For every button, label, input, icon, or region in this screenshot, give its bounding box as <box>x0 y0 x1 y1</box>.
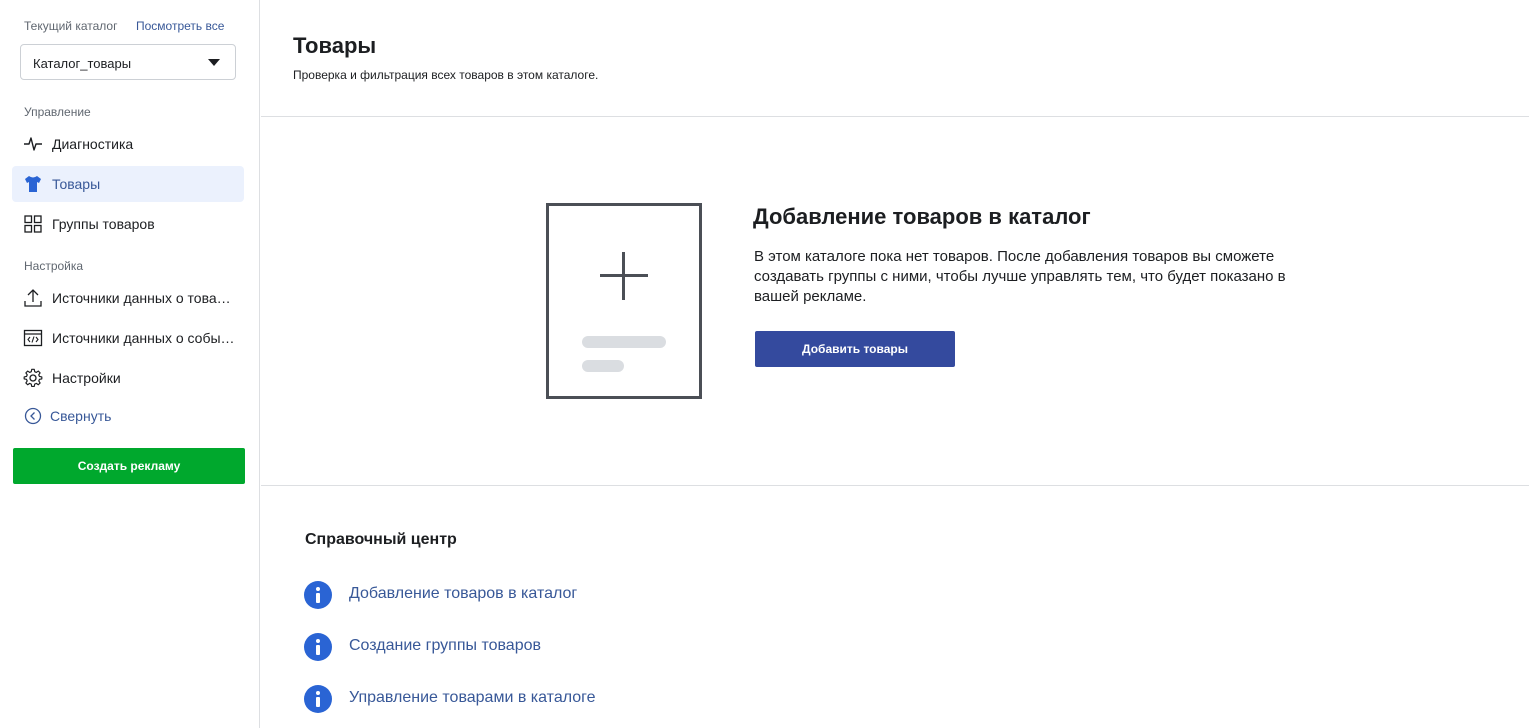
current-catalog-label: Текущий каталог <box>24 19 118 33</box>
sidebar-item-event-data-sources[interactable]: Источники данных о событиях <box>12 320 244 356</box>
section-label-settings: Настройка <box>24 259 84 273</box>
view-all-link[interactable]: Посмотреть все <box>136 19 224 33</box>
sidebar-item-label: Группы товаров <box>52 216 155 232</box>
upload-icon <box>24 289 42 307</box>
help-link-label: Управление товарами в каталоге <box>349 689 596 706</box>
add-products-button[interactable]: Добавить товары <box>755 331 955 367</box>
plus-icon <box>600 274 648 277</box>
sidebar-item-label: Диагностика <box>52 136 134 152</box>
collapse-label: Свернуть <box>50 408 112 424</box>
sidebar: Текущий каталог Посмотреть все Каталог_т… <box>0 0 260 728</box>
pulse-icon <box>24 137 42 151</box>
help-link-label: Создание группы товаров <box>349 637 541 654</box>
empty-catalog-illustration <box>546 203 702 399</box>
empty-state-text: В этом каталоге пока нет товаров. После … <box>754 248 1286 305</box>
catalog-select[interactable]: Каталог_товары <box>20 44 236 80</box>
sidebar-item-label: Источники данных о событиях <box>52 330 237 346</box>
chevron-left-circle-icon <box>24 407 42 425</box>
placeholder-line <box>582 360 624 372</box>
page-subtitle: Проверка и фильтрация всех товаров в это… <box>293 68 599 82</box>
divider <box>261 485 1529 486</box>
catalog-select-value: Каталог_товары <box>33 56 132 71</box>
catalog-header: Текущий каталог Посмотреть все <box>24 19 234 33</box>
sidebar-item-diagnostics[interactable]: Диагностика <box>12 126 244 162</box>
main-content: Товары Проверка и фильтрация всех товаро… <box>261 0 1529 728</box>
gear-icon <box>23 368 43 388</box>
divider <box>261 116 1529 117</box>
placeholder-line <box>582 336 666 348</box>
info-icon <box>304 633 332 661</box>
help-center-title: Справочный центр <box>305 531 457 548</box>
info-icon <box>304 685 332 713</box>
sidebar-item-label: Товары <box>52 176 101 192</box>
sidebar-item-product-groups[interactable]: Группы товаров <box>12 206 244 242</box>
sidebar-item-products[interactable]: Товары <box>12 166 244 202</box>
empty-state-title: Добавление товаров в каталог <box>753 204 1091 229</box>
create-ad-button[interactable]: Создать рекламу <box>13 448 245 484</box>
caret-down-icon <box>208 59 220 66</box>
section-label-manage: Управление <box>24 105 91 119</box>
tshirt-icon <box>25 176 41 192</box>
sidebar-item-label: Источники данных о товарах <box>52 290 237 306</box>
sidebar-item-product-data-sources[interactable]: Источники данных о товарах <box>12 280 244 316</box>
page-title: Товары <box>293 33 377 58</box>
code-window-icon <box>23 329 43 347</box>
help-link-label: Добавление товаров в каталог <box>349 585 578 602</box>
info-icon <box>304 581 332 609</box>
sidebar-item-settings[interactable]: Настройки <box>12 360 244 396</box>
grid-icon <box>24 215 42 233</box>
sidebar-item-label: Настройки <box>52 370 121 386</box>
